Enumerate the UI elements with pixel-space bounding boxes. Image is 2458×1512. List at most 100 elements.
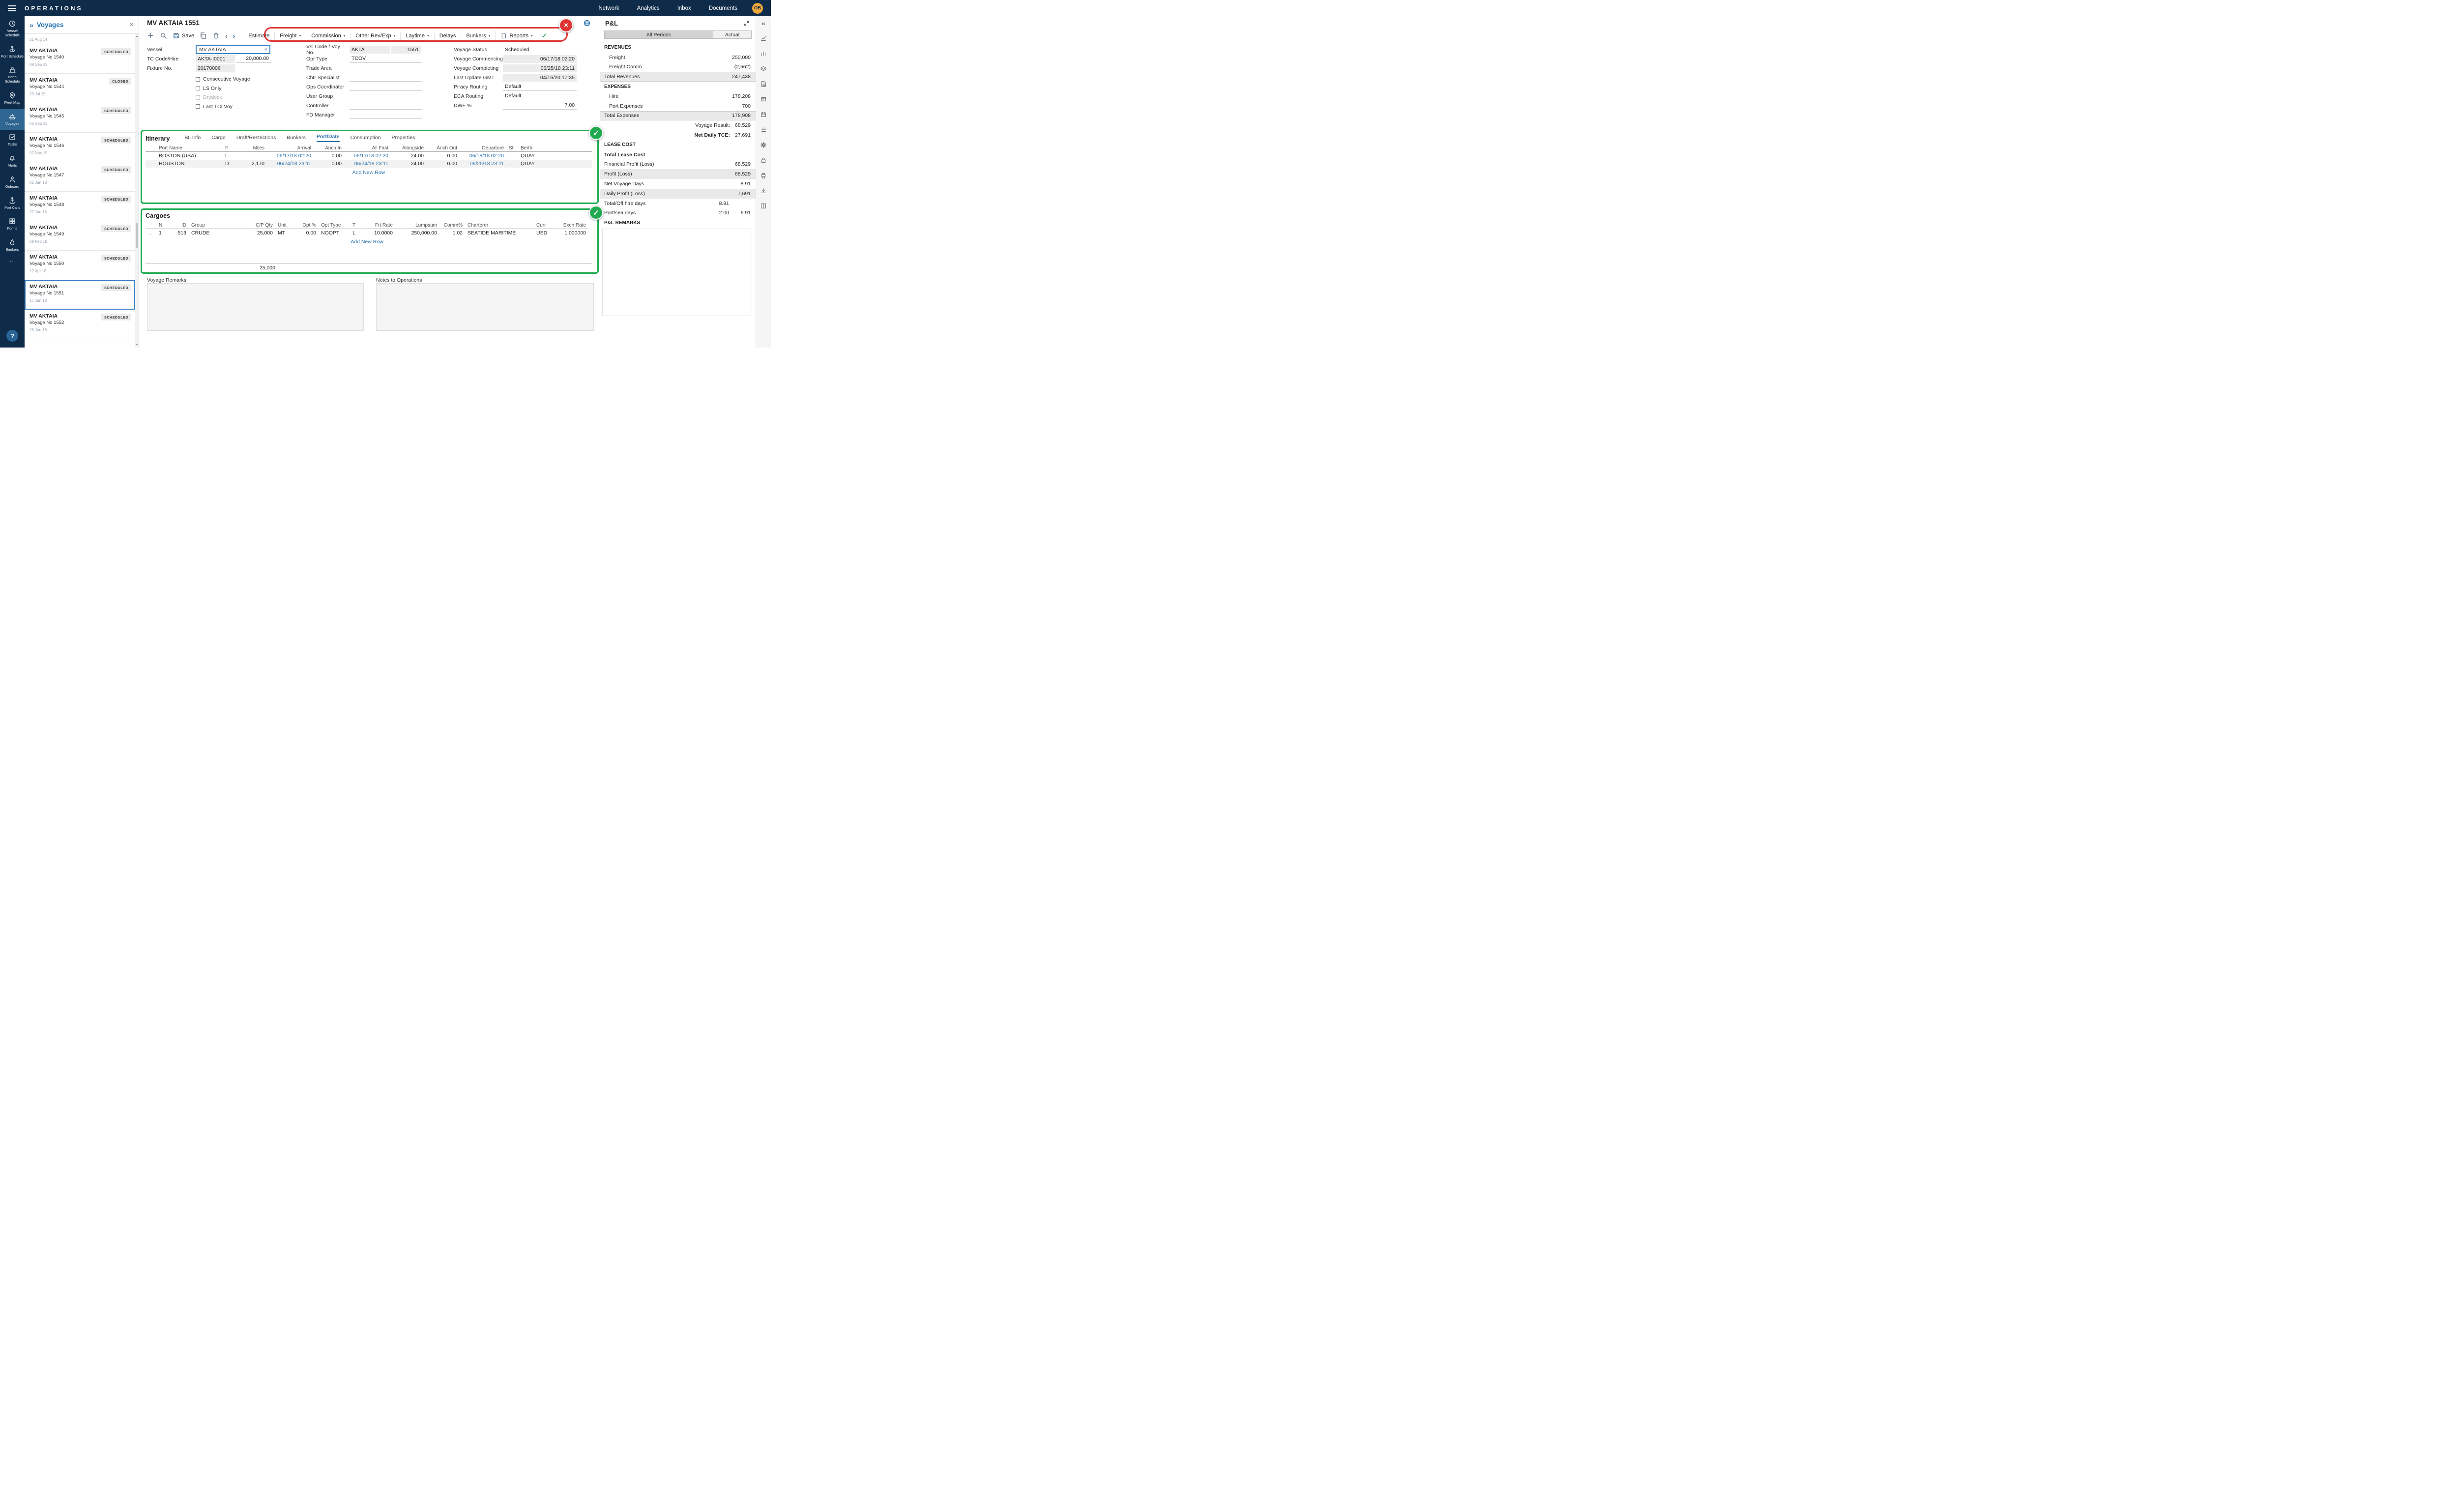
list-item-voyage-1549[interactable]: MV AKTAIA Voyage No 1549 09 Feb 18 SCHED… (25, 221, 135, 251)
more-icon[interactable]: … (10, 257, 15, 263)
notes-to-operations-textarea[interactable] (376, 283, 594, 331)
collapse-rail-icon[interactable]: « (761, 20, 765, 27)
pnl-row-port-expenses[interactable]: Port Expenses700 (600, 101, 756, 111)
printer-icon[interactable] (760, 172, 767, 179)
vsl-code-field[interactable]: AKTA (350, 46, 390, 54)
checkbox-consecutive-voyage[interactable]: Consecutive Voyage (196, 75, 276, 84)
lock-icon[interactable] (760, 157, 767, 164)
nav-network[interactable]: Network (598, 5, 619, 11)
add-icon[interactable] (147, 32, 154, 39)
document-icon[interactable] (760, 81, 767, 87)
pnl-remarks-textarea[interactable] (602, 229, 752, 316)
next-record-icon[interactable]: › (233, 32, 235, 39)
user-avatar[interactable]: OB (752, 3, 763, 14)
sidebar-item-tasks[interactable]: Tasks (0, 130, 25, 151)
pnl-row-freight[interactable]: Freight250,000 (600, 53, 756, 62)
scrollbar-thumb[interactable] (136, 223, 138, 248)
sidebar-item-berth-schedule[interactable]: Berth Schedule (0, 62, 25, 88)
opr-type-field[interactable]: TCOV (350, 55, 422, 63)
menu-laytime[interactable]: Laytime▾ (400, 31, 434, 40)
itinerary-add-new-row[interactable]: Add New Row (146, 170, 592, 175)
piracy-routing-field[interactable]: Default (503, 83, 577, 91)
pnl-row-freight-comm[interactable]: Freight Comm.(2,562) (600, 62, 756, 72)
delete-icon[interactable] (212, 32, 220, 39)
tab-cargo[interactable]: Cargo (211, 135, 226, 142)
menu-bunkers[interactable]: Bunkers▾ (461, 31, 495, 40)
menu-reports[interactable]: Reports▾ (495, 31, 537, 40)
list-item-voyage-1551-selected[interactable]: MV AKTAIA Voyage No 1551 17 Jun 18 SCHED… (25, 280, 135, 310)
tab-all-periods[interactable]: All Periods (605, 31, 713, 38)
itinerary-row-boston[interactable]: … BOSTON (USA) L 06/17/18 02:20 0.00 06/… (146, 152, 592, 160)
layers-icon[interactable] (760, 65, 767, 72)
save-button[interactable]: Save (173, 32, 194, 39)
list-item-voyage-1550[interactable]: MV AKTAIA Voyage No 1550 12 Apr 18 SCHED… (25, 251, 135, 280)
close-icon[interactable]: × (129, 21, 134, 29)
list-item-voyage-1548[interactable]: MV AKTAIA Voyage No 1548 27 Jan 18 SCHED… (25, 192, 135, 221)
row-handle-icon[interactable]: … (146, 152, 156, 160)
bar-chart-icon[interactable] (760, 50, 767, 57)
globe-icon[interactable] (583, 19, 591, 27)
previous-record-icon[interactable]: ‹ (225, 32, 228, 39)
download-icon[interactable] (760, 187, 767, 194)
gear-icon[interactable] (760, 142, 767, 148)
help-button[interactable]: ? (6, 330, 18, 342)
menu-estimate[interactable]: Estimate (243, 31, 274, 40)
list-item-voyage-1544[interactable]: MV AKTAIA Voyage No 1544 29 Jul 15 CLOSE… (25, 74, 135, 103)
row-handle-icon[interactable]: … (146, 160, 156, 168)
checkbox-ls-only[interactable]: LS Only (196, 84, 276, 93)
tab-draft-restrictions[interactable]: Draft/Restrictions (236, 135, 276, 142)
row-handle-icon[interactable]: … (146, 229, 156, 237)
itinerary-row-houston[interactable]: … HOUSTON D 2,170 06/24/18 23:11 0.00 06… (146, 160, 592, 168)
list-item-voyage-1545[interactable]: MV AKTAIA Voyage No 1545 05 Sep 15 SCHED… (25, 103, 135, 133)
tc-code-field[interactable]: AKTA-I0001 (196, 55, 235, 63)
fd-manager-field[interactable] (350, 111, 422, 119)
sidebar-item-bunkers[interactable]: Bunkers (0, 235, 25, 256)
book-icon[interactable] (760, 203, 767, 209)
copy-icon[interactable] (200, 32, 207, 39)
list-item-voyage-1540[interactable]: MV AKTAIA Voyage No 1540 09 Sep 15 SCHED… (25, 44, 135, 74)
fixture-no-field[interactable]: 20170006 (196, 64, 235, 72)
sidebar-item-fleet-map[interactable]: Fleet Map (0, 88, 25, 109)
sidebar-item-onboard[interactable]: Onboard (0, 172, 25, 193)
menu-delays[interactable]: Delays (434, 31, 461, 40)
cargo-row[interactable]: … 1 513 CRUDE 25,000 MT 0.00 NOOPT L 10.… (146, 229, 588, 237)
scroll-up-icon[interactable]: ▲ (135, 34, 139, 39)
table-icon[interactable] (760, 96, 767, 103)
chtr-specialist-field[interactable] (350, 74, 422, 82)
tab-properties[interactable]: Properties (391, 135, 415, 142)
sidebar-item-voyages[interactable]: Voyages (0, 109, 25, 130)
checkbox-last-tci-voy[interactable]: Last TCI Voy (196, 102, 276, 112)
ops-coordinator-field[interactable] (350, 83, 422, 91)
voyage-remarks-textarea[interactable] (147, 283, 364, 331)
sidebar-item-forms[interactable]: Forms (0, 214, 25, 235)
tab-port-date[interactable]: Port/Date (317, 134, 340, 142)
nav-analytics[interactable]: Analytics (637, 5, 660, 11)
menu-freight[interactable]: Freight▾ (274, 31, 306, 40)
search-icon[interactable] (160, 32, 167, 39)
list-item-voyage-1546[interactable]: MV AKTAIA Voyage No 1546 02 Nov 15 SCHED… (25, 133, 135, 162)
nav-documents[interactable]: Documents (709, 5, 737, 11)
voyage-commencing-field[interactable]: 06/17/18 02:20 (503, 55, 577, 63)
trade-area-field[interactable] (350, 64, 422, 72)
tab-actual[interactable]: Actual (713, 31, 751, 38)
sidebar-item-alerts[interactable]: Alerts (0, 151, 25, 172)
menu-other-rev-exp[interactable]: Other Rev/Exp▾ (351, 31, 401, 40)
line-chart-icon[interactable] (760, 35, 767, 42)
tc-hire-field[interactable]: 20,000.00 (236, 55, 271, 63)
tab-bl-info[interactable]: BL Info (184, 135, 201, 142)
voyage-completing-field[interactable]: 06/25/18 23:11 (503, 64, 577, 72)
calendar-icon[interactable] (760, 111, 767, 118)
eca-routing-field[interactable]: Default (503, 92, 577, 100)
list-item-voyage-1547[interactable]: MV AKTAIA Voyage No 1547 01 Jan 18 SCHED… (25, 162, 135, 192)
dwf-field[interactable]: 7.00 (503, 102, 577, 110)
sidebar-item-vessel-schedule[interactable]: Vessel Schedule (0, 16, 25, 42)
scroll-down-icon[interactable]: ▼ (135, 343, 139, 348)
collapse-panel-icon[interactable]: » (29, 21, 33, 29)
list-item-voyage-1552[interactable]: MV AKTAIA Voyage No 1552 26 Jun 18 SCHED… (25, 310, 135, 339)
sidebar-item-port-schedule[interactable]: Port Schedule (0, 42, 25, 63)
menu-commission[interactable]: Commission▾ (306, 31, 350, 40)
vessel-select[interactable]: MV AKTAIA ▾ (196, 45, 270, 54)
voy-no-field[interactable]: 1551 (391, 46, 421, 54)
sidebar-item-port-calls[interactable]: Port Calls (0, 193, 25, 214)
list-scrollbar[interactable]: ▲ ▼ (135, 34, 139, 348)
